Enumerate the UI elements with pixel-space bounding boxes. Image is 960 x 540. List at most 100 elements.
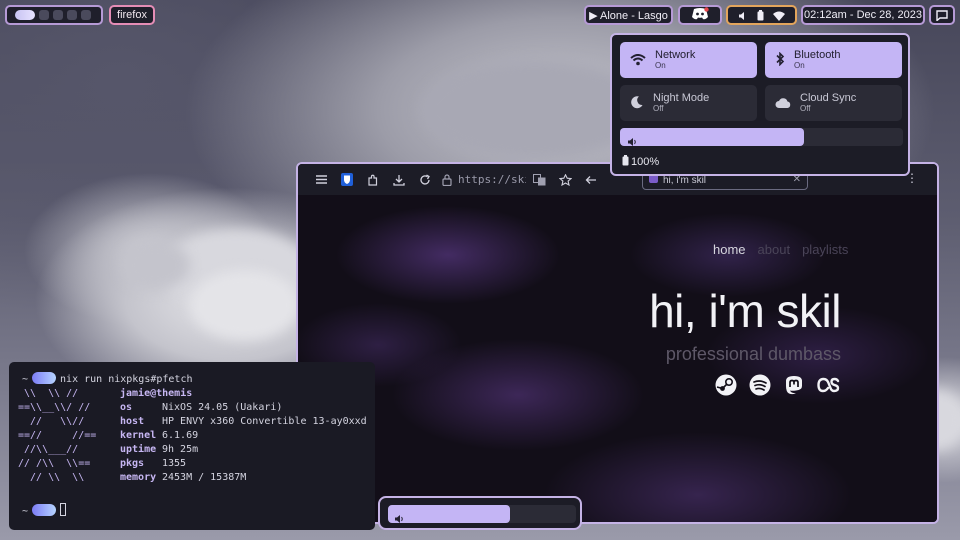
firefox-window: https://skil hi, i'm skil ✕ ⋮ home about… xyxy=(296,162,939,524)
page-subheading: professional dumbass xyxy=(665,344,841,364)
prompt-tilde: ~ xyxy=(22,506,29,517)
bluetooth-icon xyxy=(775,51,785,70)
pfetch-key: os xyxy=(120,402,133,413)
pfetch-value: HP ENVY x360 Convertible 13-ay0xxd xyxy=(162,416,367,427)
nav-link-home[interactable]: home xyxy=(713,242,746,257)
pfetch-key: memory xyxy=(120,472,157,483)
nav-link-playlists[interactable]: playlists xyxy=(802,242,848,257)
extensions-icon[interactable] xyxy=(360,168,386,192)
night-mode-label: Night Mode xyxy=(653,92,710,104)
nav-link-about[interactable]: about xyxy=(758,242,791,257)
site-navigation: home about playlists xyxy=(713,242,848,257)
cloud-icon xyxy=(775,94,791,113)
reload-icon[interactable] xyxy=(412,168,438,192)
url-bar[interactable]: https://skil xyxy=(458,173,526,186)
pfetch-key: uptime xyxy=(120,444,157,455)
translate-icon[interactable] xyxy=(526,168,552,192)
active-window-title: firefox xyxy=(109,5,155,25)
nix-logo-line: //\\___// xyxy=(18,444,79,455)
osd-volume-bar xyxy=(388,505,576,523)
pfetch-value: NixOS 24.05 (Uakari) xyxy=(162,402,283,413)
tab-title: hi, i'm skil xyxy=(663,174,707,186)
osd-volume-fill xyxy=(388,505,511,523)
nix-logo-line: ==// //== xyxy=(18,430,97,441)
terminal-cursor xyxy=(60,503,67,516)
lock-icon xyxy=(438,168,456,192)
active-window-label: firefox xyxy=(117,9,147,21)
battery-percent: 100% xyxy=(631,156,660,168)
discord-tray-button[interactable] xyxy=(678,5,722,25)
system-tray xyxy=(726,5,797,25)
terminal-prompt-line: ~ xyxy=(22,503,67,519)
steam-icon[interactable] xyxy=(715,374,737,396)
volume-icon xyxy=(394,509,404,528)
lastfm-icon[interactable] xyxy=(817,374,841,396)
workspace-1[interactable] xyxy=(15,10,35,20)
back-arrow-icon[interactable] xyxy=(578,168,604,192)
bluetooth-label: Bluetooth xyxy=(794,49,841,61)
cloud-sync-label: Cloud Sync xyxy=(800,92,857,104)
volume-icon[interactable] xyxy=(738,6,748,25)
network-toggle[interactable]: Network On xyxy=(620,42,757,78)
night-mode-state: Off xyxy=(653,104,664,113)
page-heading: hi, i'm skil xyxy=(649,285,841,337)
nix-logo-line: \\ \\ // xyxy=(18,388,79,399)
volume-slider-fill xyxy=(620,128,804,146)
pfetch-key: kernel xyxy=(120,430,157,441)
workspace-3[interactable] xyxy=(53,10,63,20)
pfetch-user-host: jamie@themis xyxy=(120,388,193,399)
network-label: Network xyxy=(655,49,696,61)
battery-icon xyxy=(622,155,629,169)
battery-icon[interactable] xyxy=(757,6,764,25)
terminal-window[interactable]: ~ nix run nixpkgs#pfetch \\ \\ // ==\\__\… xyxy=(9,362,375,530)
prompt-pill-icon xyxy=(32,504,57,516)
nix-logo-line: // \\// xyxy=(18,416,85,427)
wifi-icon xyxy=(630,51,646,70)
battery-status: 100% xyxy=(622,155,659,169)
terminal-prompt-line: ~ nix run nixpkgs#pfetch xyxy=(22,372,192,387)
pfetch-key: host xyxy=(120,416,145,427)
spotify-icon[interactable] xyxy=(749,374,771,396)
prompt-pill-icon xyxy=(32,372,57,384)
nix-logo-line: // \\ \\ xyxy=(18,472,85,483)
cloud-sync-toggle[interactable]: Cloud Sync Off xyxy=(765,85,902,121)
volume-slider[interactable] xyxy=(620,128,903,146)
pfetch-value: 6.1.69 xyxy=(162,430,199,441)
pfetch-value: 1355 xyxy=(162,458,187,469)
moon-icon xyxy=(630,94,644,113)
download-icon[interactable] xyxy=(386,168,412,192)
notification-icon xyxy=(936,6,948,25)
workspace-5[interactable] xyxy=(81,10,91,20)
network-state: On xyxy=(655,61,666,70)
media-track-label: ▶ Alone - Lasgo xyxy=(589,9,668,22)
workspace-2[interactable] xyxy=(39,10,49,20)
social-links xyxy=(715,374,841,396)
discord-icon xyxy=(691,6,709,25)
pfetch-value: 9h 25m xyxy=(162,444,199,455)
clock-label: 02:12am - Dec 28, 2023 xyxy=(803,9,923,21)
menu-icon[interactable] xyxy=(308,168,334,192)
notification-center-button[interactable] xyxy=(929,5,955,25)
pfetch-value: 2453M / 15387M xyxy=(162,472,247,483)
prompt-tilde: ~ xyxy=(22,374,29,385)
mastodon-icon[interactable] xyxy=(783,374,805,396)
webpage-content: home about playlists hi, i'm skil profes… xyxy=(298,195,937,522)
quick-settings-panel: Network On Bluetooth On Night Mode Off C… xyxy=(610,33,910,176)
bookmark-star-icon[interactable] xyxy=(552,168,578,192)
terminal-command: nix run nixpkgs#pfetch xyxy=(60,374,193,385)
cloud-sync-state: Off xyxy=(800,104,811,113)
clock-widget[interactable]: 02:12am - Dec 28, 2023 xyxy=(801,5,925,25)
nix-logo-line: // /\\ \\== xyxy=(18,458,91,469)
bluetooth-state: On xyxy=(794,61,805,70)
pfetch-key: pkgs xyxy=(120,458,145,469)
volume-icon xyxy=(627,132,637,151)
night-mode-toggle[interactable]: Night Mode Off xyxy=(620,85,757,121)
media-player-widget[interactable]: ▶ Alone - Lasgo xyxy=(584,5,673,25)
volume-osd xyxy=(378,496,582,530)
bluetooth-toggle[interactable]: Bluetooth On xyxy=(765,42,902,78)
workspace-4[interactable] xyxy=(67,10,77,20)
wifi-icon[interactable] xyxy=(772,6,785,25)
nix-logo-line: ==\\__\\/ // xyxy=(18,402,91,413)
bitwarden-icon[interactable] xyxy=(334,168,360,192)
workspace-indicator xyxy=(5,5,103,25)
